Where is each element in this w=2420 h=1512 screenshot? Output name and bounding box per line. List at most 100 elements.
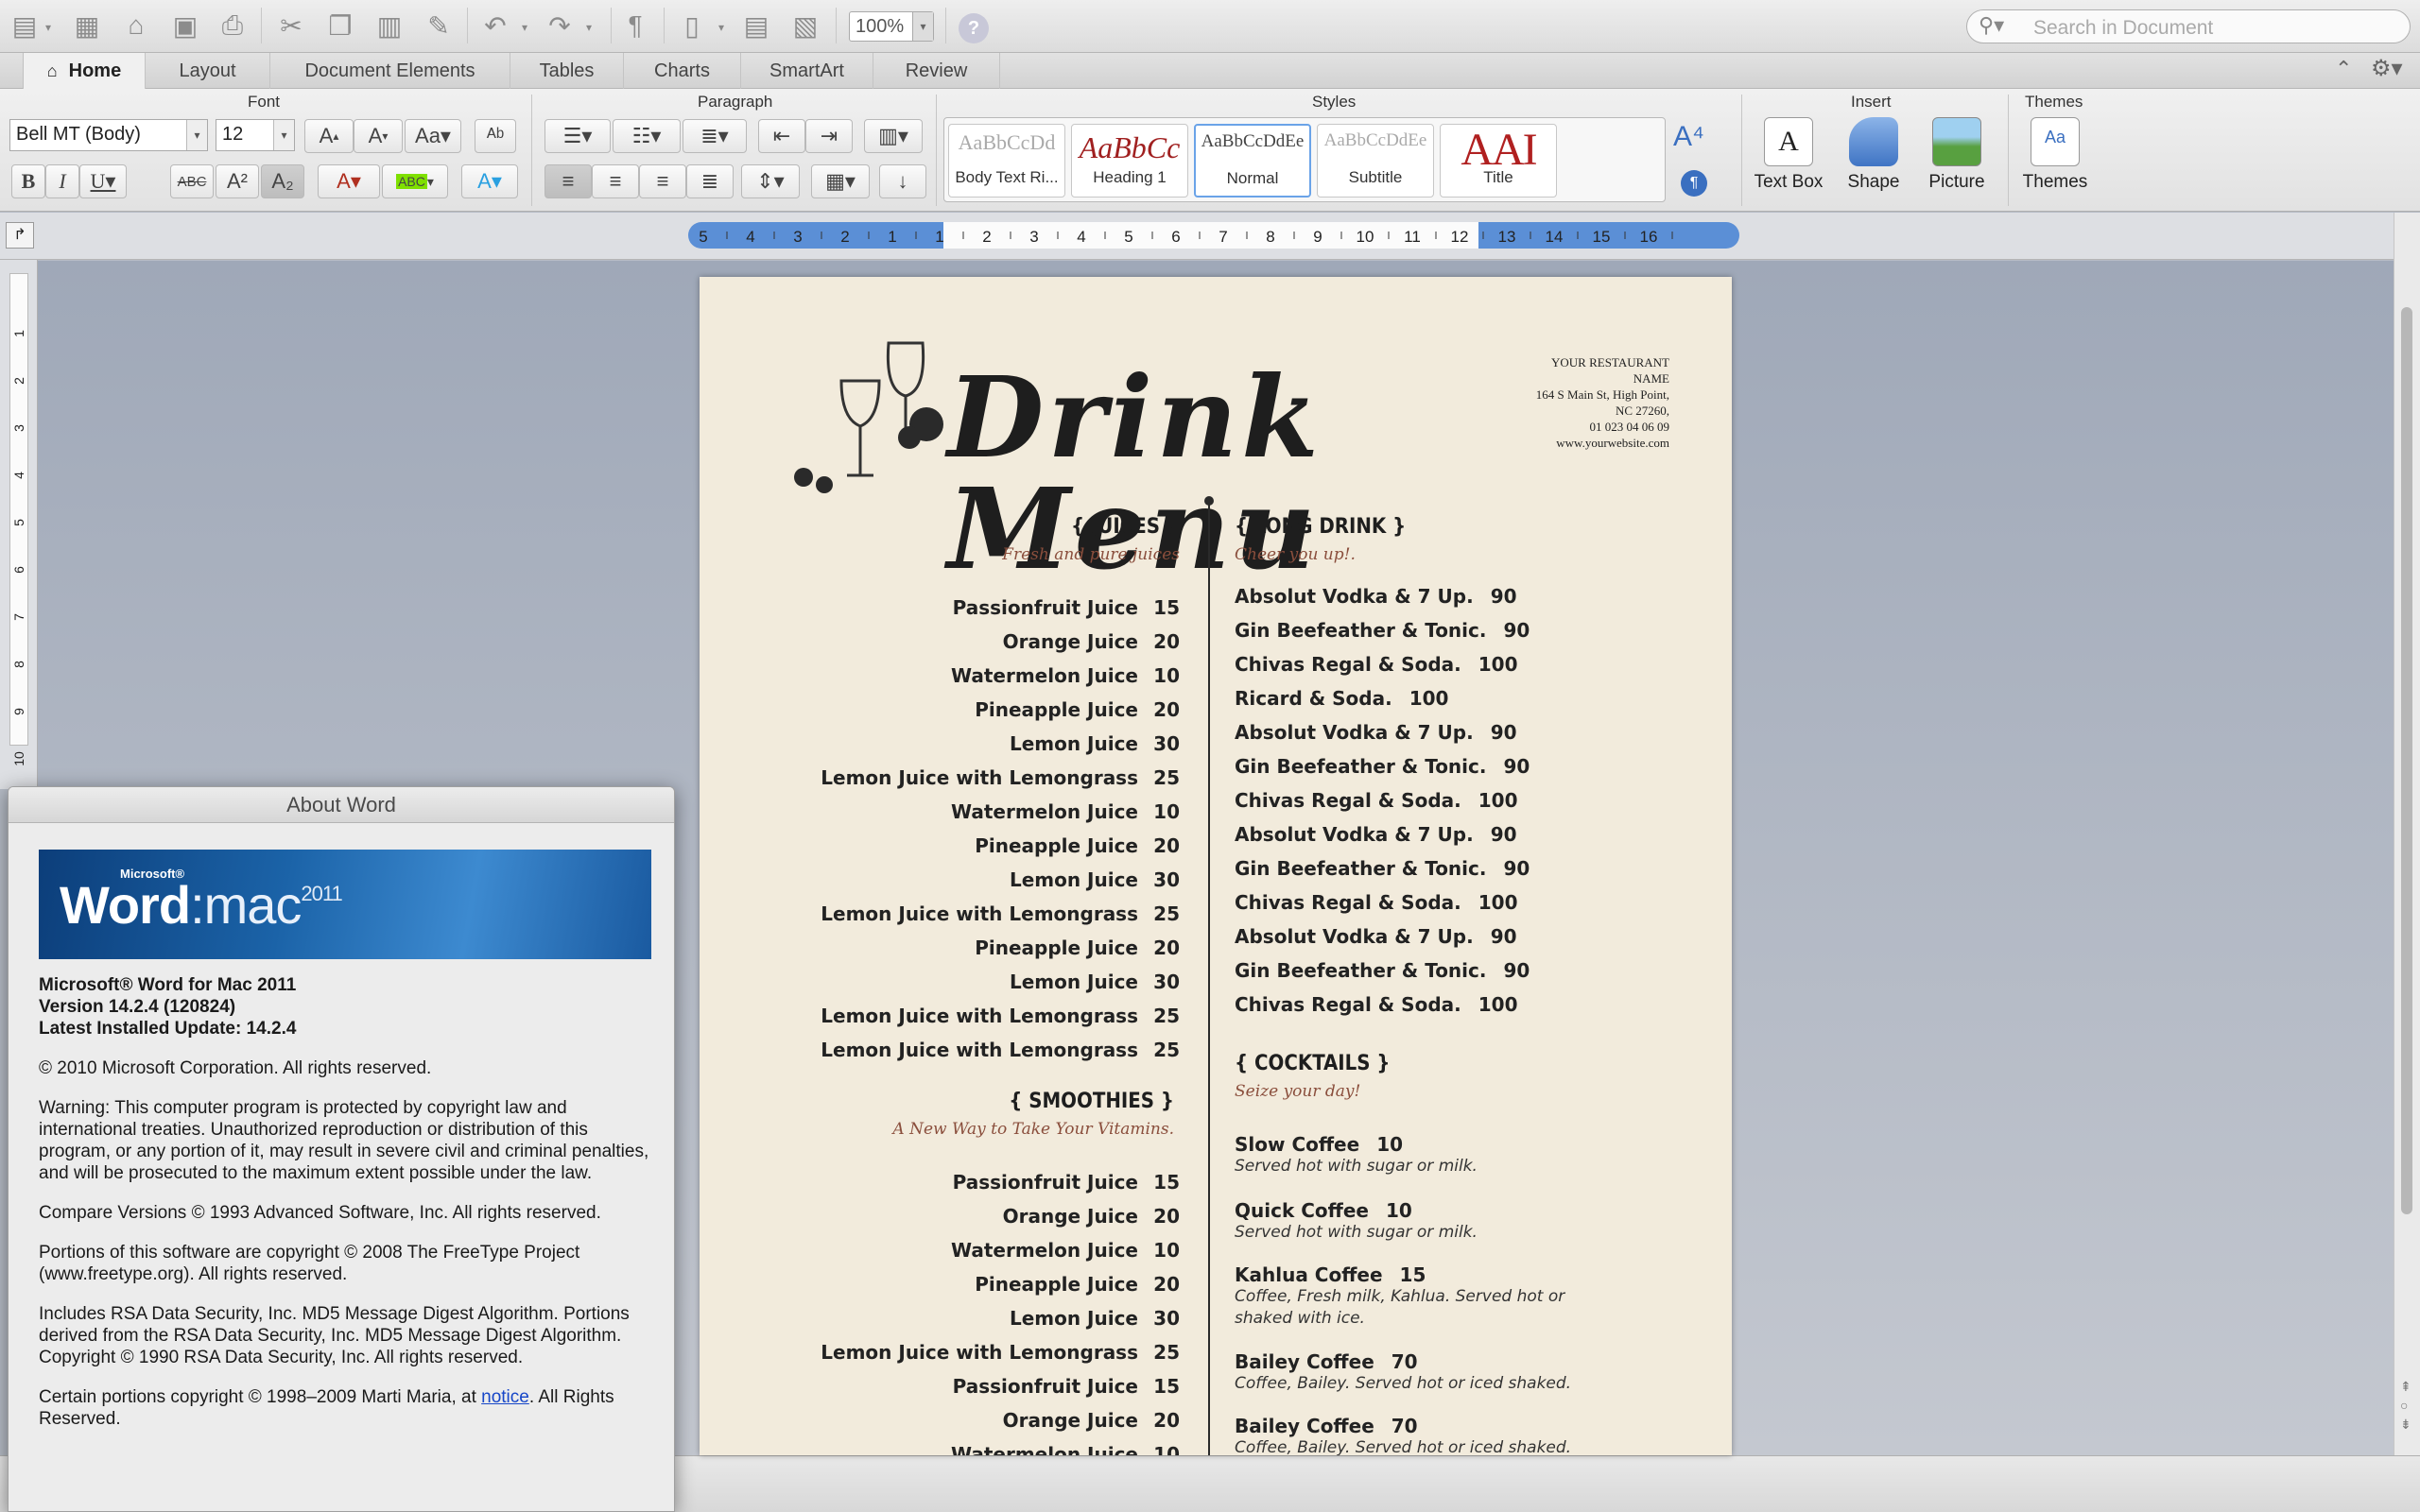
latest-update: Latest Installed Update: 14.2.4 xyxy=(39,1019,297,1039)
style-body-text[interactable]: AaBbCcDd Body Text Ri... xyxy=(948,124,1065,198)
save-icon[interactable]: ▣ xyxy=(168,8,202,43)
style-normal[interactable]: AaBbCcDdEe Normal xyxy=(1194,124,1311,198)
vertical-scrollbar[interactable]: ⇞ ○ ⇟ xyxy=(2394,213,2420,1469)
align-left-button[interactable]: ≡ xyxy=(544,164,592,198)
align-center-button[interactable]: ≡ xyxy=(592,164,639,198)
font-size-select[interactable]: 12 ▾ xyxy=(216,119,295,151)
menu-item: Watermelon Juice 10 xyxy=(951,800,1180,823)
align-right-button[interactable]: ≡ xyxy=(639,164,686,198)
print-icon[interactable]: ⎙ xyxy=(216,8,250,43)
paste-icon[interactable]: ▥ xyxy=(372,8,406,43)
menu-item-name: Lemon Juice with Lemongrass xyxy=(821,1005,1138,1027)
clear-formatting-button[interactable]: ᴬᵇ xyxy=(475,119,516,153)
group-separator xyxy=(1741,94,1742,206)
shape-button[interactable]: Shape xyxy=(1836,117,1911,193)
styles-pane-icon[interactable]: A⁴ xyxy=(1673,121,1704,153)
search-document-field[interactable]: ⚲▾ Search in Document xyxy=(1966,9,2411,43)
change-case-button[interactable]: Aa▾ xyxy=(405,119,461,153)
tab-home[interactable]: ⌂ Home xyxy=(23,53,146,89)
vertical-ruler[interactable]: 1 2 3 4 5 6 7 8 9 10 xyxy=(0,260,38,789)
search-icon: ⚲▾ xyxy=(1979,13,2005,37)
menu-item-price: 30 xyxy=(1153,868,1180,891)
tab-review[interactable]: Review xyxy=(873,53,1000,89)
undo-caret-icon[interactable]: ▾ xyxy=(522,21,527,34)
sort-button[interactable]: ↓ xyxy=(879,164,926,198)
templates-icon[interactable]: ▦ xyxy=(70,8,104,43)
product-name: Microsoft® Word for Mac 2011 xyxy=(39,975,297,995)
new-document-icon[interactable]: ▤ xyxy=(8,8,42,43)
gallery-icon[interactable]: ▤ xyxy=(739,8,773,43)
numbering-button[interactable]: ☷▾ xyxy=(613,119,681,153)
media-browser-icon[interactable]: ▧ xyxy=(788,8,822,43)
open-icon[interactable]: ⌂ xyxy=(119,8,153,43)
tab-document-elements[interactable]: Document Elements xyxy=(270,53,510,89)
tab-tables[interactable]: Tables xyxy=(510,53,624,89)
text-box-button[interactable]: A Text Box xyxy=(1751,117,1826,193)
address-line: 01 023 04 06 09 xyxy=(1589,420,1670,434)
subscript-button[interactable]: A₂ xyxy=(261,164,304,198)
decrease-indent-button[interactable]: ⇤ xyxy=(758,119,805,153)
underline-button[interactable]: U▾ xyxy=(79,164,127,198)
menu-item-price: 90 xyxy=(1503,959,1530,982)
zoom-select[interactable]: 100% ▾ xyxy=(849,11,934,42)
zoom-caret-icon[interactable]: ▾ xyxy=(912,12,933,41)
zoom-value: 100% xyxy=(856,16,905,37)
menu-item-name: Watermelon Juice xyxy=(951,1443,1138,1455)
redo-icon[interactable]: ↷ xyxy=(543,8,577,43)
sidebar-icon[interactable]: ▯ xyxy=(675,8,709,43)
highlight-button[interactable]: ABC ▾ xyxy=(382,164,448,198)
strikethrough-button[interactable]: ABC xyxy=(170,164,214,198)
font-size-caret-icon[interactable]: ▾ xyxy=(273,120,294,150)
vertical-ruler-label: 3 xyxy=(11,424,26,432)
columns-button[interactable]: ▥▾ xyxy=(864,119,923,153)
about-dialog-title[interactable]: About Word xyxy=(9,787,674,823)
scrollbar-thumb[interactable] xyxy=(2401,307,2412,1214)
sidebar-caret-icon[interactable]: ▾ xyxy=(718,21,724,34)
toolbar-separator xyxy=(664,8,665,43)
themes-button[interactable]: Aa Themes xyxy=(2017,117,2093,193)
browse-object-icon[interactable]: ⇞ ○ ⇟ xyxy=(2400,1377,2411,1434)
tab-layout[interactable]: Layout xyxy=(146,53,270,89)
text-effects-button[interactable]: A▾ xyxy=(461,164,518,198)
warning-text: Warning: This computer program is protec… xyxy=(39,1098,649,1183)
menu-item: Lemon Juice with Lemongrass 25 xyxy=(821,902,1180,925)
show-formatting-icon[interactable]: ¶ xyxy=(618,8,652,43)
horizontal-ruler[interactable]: ↱ 5 4 3 2 1 1 2 3 4 5 6 7 8 9 10 11 12 13 14 15 16 xyxy=(0,213,2420,260)
undo-icon[interactable]: ↶ xyxy=(478,8,512,43)
font-name-caret-icon[interactable]: ▾ xyxy=(186,120,207,150)
text-box-icon: A xyxy=(1764,117,1813,166)
format-painter-icon[interactable]: ✎ xyxy=(422,8,456,43)
tab-charts[interactable]: Charts xyxy=(624,53,741,89)
picture-button[interactable]: Picture xyxy=(1919,117,1995,193)
menu-item: Gin Beefeather & Tonic. 90 xyxy=(1235,857,1530,880)
increase-indent-button[interactable]: ⇥ xyxy=(805,119,853,153)
new-caret-icon[interactable]: ▾ xyxy=(45,21,51,34)
font-color-button[interactable]: A▾ xyxy=(318,164,380,198)
borders-button[interactable]: ▦▾ xyxy=(811,164,870,198)
justify-button[interactable]: ≣ xyxy=(686,164,734,198)
ribbon-settings-icon[interactable]: ⚙▾ xyxy=(2371,55,2403,82)
help-button[interactable]: ? xyxy=(959,13,989,43)
notice-link[interactable]: notice xyxy=(481,1387,529,1407)
redo-caret-icon[interactable]: ▾ xyxy=(586,21,592,34)
italic-button[interactable]: I xyxy=(45,164,79,198)
line-spacing-button[interactable]: ⇕▾ xyxy=(741,164,800,198)
style-title[interactable]: AAI Title xyxy=(1440,124,1557,198)
manage-styles-icon[interactable]: ¶ xyxy=(1681,170,1707,197)
document-page[interactable]: Drink Menu YOUR RESTAURANT NAME 164 S Ma… xyxy=(700,277,1732,1455)
toolbar-separator xyxy=(467,8,468,43)
copy-icon[interactable]: ❐ xyxy=(323,8,357,43)
multilevel-list-button[interactable]: ≣▾ xyxy=(683,119,747,153)
bold-button[interactable]: B xyxy=(11,164,45,198)
superscript-button[interactable]: A² xyxy=(216,164,259,198)
shrink-font-button[interactable]: A ▾ xyxy=(354,119,403,153)
menu-item: Pineapple Juice 20 xyxy=(975,698,1180,721)
style-subtitle[interactable]: AaBbCcDdEe Subtitle xyxy=(1317,124,1434,198)
font-name-select[interactable]: Bell MT (Body) ▾ xyxy=(9,119,208,151)
grow-font-button[interactable]: A ▴ xyxy=(304,119,354,153)
tab-smartart[interactable]: SmartArt xyxy=(741,53,873,89)
cut-icon[interactable]: ✂ xyxy=(274,8,308,43)
bullets-button[interactable]: ☰▾ xyxy=(544,119,611,153)
collapse-ribbon-icon[interactable]: ⌃ xyxy=(2335,57,2352,81)
style-heading-1[interactable]: AaBbCc Heading 1 xyxy=(1071,124,1188,198)
